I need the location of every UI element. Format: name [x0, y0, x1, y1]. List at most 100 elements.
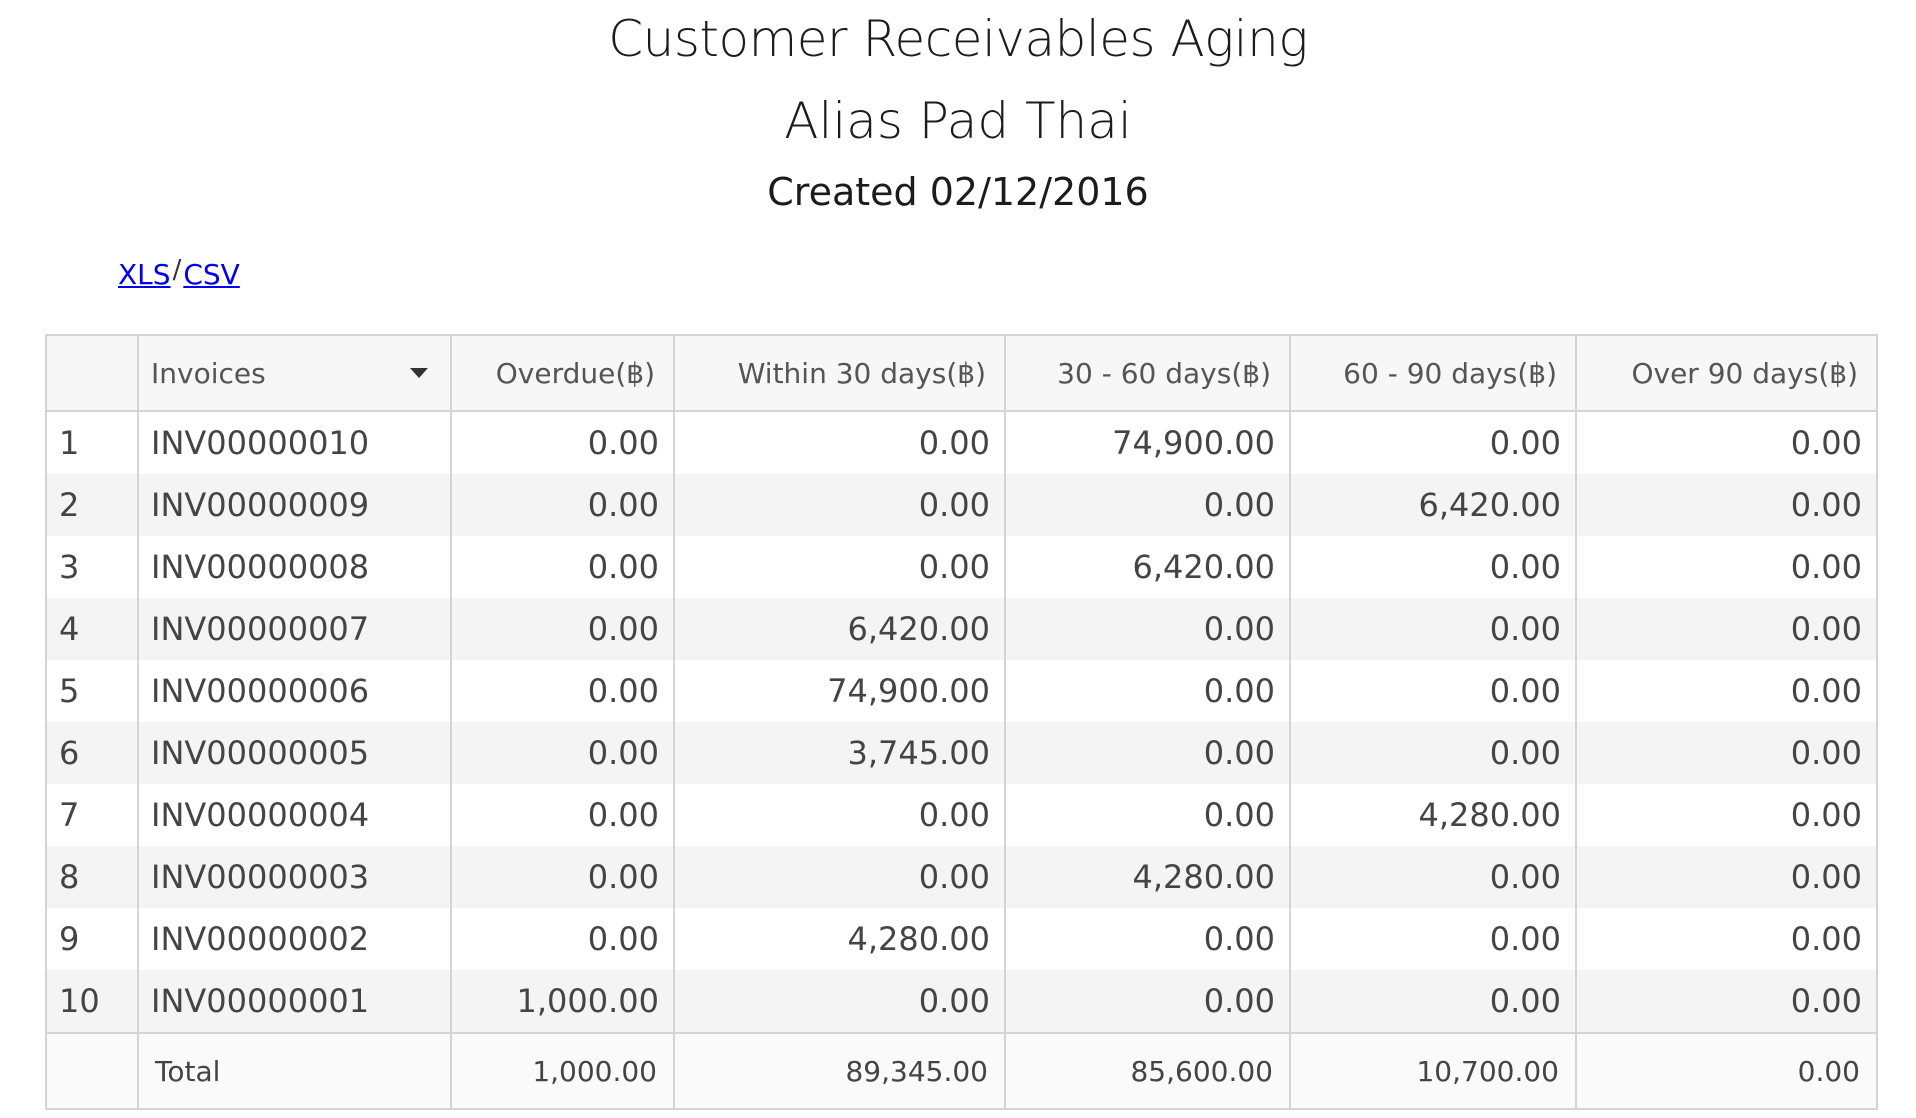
row-number: 5	[45, 660, 139, 722]
invoice-id: INV00000010	[137, 411, 452, 474]
30-60-amount: 0.00	[1004, 474, 1291, 536]
header-overdue: Overdue(฿)	[450, 335, 675, 412]
over-90-amount: 0.00	[1575, 970, 1878, 1033]
30-60-amount: 74,900.00	[1004, 411, 1291, 474]
table-row: 2 INV00000009 0.00 0.00 0.00 6,420.00 0.00	[45, 474, 1878, 536]
within-30-amount: 6,420.00	[673, 598, 1006, 660]
header-60-90: 60 - 90 days(฿)	[1289, 335, 1577, 412]
row-number: 1	[45, 411, 139, 474]
row-number: 9	[45, 908, 139, 970]
aging-table: Invoices Overdue(฿) Within 30 days(฿) 30…	[45, 334, 1878, 1110]
table-row: 10 INV00000001 1,000.00 0.00 0.00 0.00 0.00	[45, 970, 1878, 1033]
invoice-id: INV00000008	[137, 536, 452, 598]
table-row: 3 INV00000008 0.00 0.00 6,420.00 0.00 0.00	[45, 536, 1878, 598]
total-row: Total 1,000.00 89,345.00 85,600.00 10,70…	[45, 1032, 1878, 1109]
total-within-30: 89,345.00	[673, 1032, 1006, 1109]
30-60-amount: 6,420.00	[1004, 536, 1291, 598]
sort-dropdown-icon[interactable]	[410, 368, 428, 378]
table-row: 6 INV00000005 0.00 3,745.00 0.00 0.00 0.00	[45, 722, 1878, 784]
company-name: Alias Pad Thai	[784, 92, 1132, 150]
header-over-90: Over 90 days(฿)	[1575, 335, 1878, 412]
over-90-amount: 0.00	[1575, 846, 1878, 908]
header-invoices[interactable]: Invoices	[137, 335, 452, 412]
60-90-amount: 0.00	[1289, 536, 1577, 598]
row-number: 3	[45, 536, 139, 598]
overdue-amount: 0.00	[450, 598, 675, 660]
30-60-amount: 0.00	[1004, 722, 1291, 784]
60-90-amount: 0.00	[1289, 846, 1577, 908]
60-90-amount: 0.00	[1289, 598, 1577, 660]
export-csv-link[interactable]: CSV	[183, 258, 239, 291]
overdue-amount: 0.00	[450, 722, 675, 784]
report-title: Customer Receivables Aging	[608, 10, 1308, 68]
invoice-id: INV00000009	[137, 474, 452, 536]
over-90-amount: 0.00	[1575, 474, 1878, 536]
table-row: 4 INV00000007 0.00 6,420.00 0.00 0.00 0.00	[45, 598, 1878, 660]
header-30-60: 30 - 60 days(฿)	[1004, 335, 1291, 412]
within-30-amount: 0.00	[673, 784, 1006, 846]
overdue-amount: 0.00	[450, 411, 675, 474]
table-row: 8 INV00000003 0.00 0.00 4,280.00 0.00 0.00	[45, 846, 1878, 908]
overdue-amount: 0.00	[450, 536, 675, 598]
header-invoices-label: Invoices	[151, 356, 266, 390]
30-60-amount: 0.00	[1004, 908, 1291, 970]
row-number: 6	[45, 722, 139, 784]
row-number: 10	[45, 970, 139, 1033]
overdue-amount: 0.00	[450, 908, 675, 970]
row-number: 2	[45, 474, 139, 536]
header-number	[45, 335, 139, 412]
within-30-amount: 0.00	[673, 411, 1006, 474]
invoice-id: INV00000003	[137, 846, 452, 908]
over-90-amount: 0.00	[1575, 536, 1878, 598]
created-date: Created 02/12/2016	[767, 170, 1149, 214]
60-90-amount: 0.00	[1289, 970, 1577, 1033]
over-90-amount: 0.00	[1575, 908, 1878, 970]
within-30-amount: 0.00	[673, 474, 1006, 536]
30-60-amount: 0.00	[1004, 660, 1291, 722]
header-row: Invoices Overdue(฿) Within 30 days(฿) 30…	[45, 335, 1878, 412]
overdue-amount: 0.00	[450, 474, 675, 536]
60-90-amount: 0.00	[1289, 411, 1577, 474]
table-row: 9 INV00000002 0.00 4,280.00 0.00 0.00 0.00	[45, 908, 1878, 970]
within-30-amount: 74,900.00	[673, 660, 1006, 722]
total-60-90: 10,700.00	[1289, 1032, 1577, 1109]
30-60-amount: 4,280.00	[1004, 846, 1291, 908]
total-over-90: 0.00	[1575, 1032, 1878, 1109]
invoice-id: INV00000005	[137, 722, 452, 784]
within-30-amount: 0.00	[673, 536, 1006, 598]
export-xls-link[interactable]: XLS	[118, 258, 171, 291]
header-within-30: Within 30 days(฿)	[673, 335, 1006, 412]
60-90-amount: 0.00	[1289, 908, 1577, 970]
invoice-id: INV00000007	[137, 598, 452, 660]
overdue-amount: 0.00	[450, 660, 675, 722]
60-90-amount: 0.00	[1289, 722, 1577, 784]
table-row: 5 INV00000006 0.00 74,900.00 0.00 0.00 0.00	[45, 660, 1878, 722]
invoice-id: INV00000006	[137, 660, 452, 722]
invoice-id: INV00000002	[137, 908, 452, 970]
overdue-amount: 0.00	[450, 784, 675, 846]
export-links: XLS/CSV	[118, 255, 240, 291]
row-number: 4	[45, 598, 139, 660]
overdue-amount: 1,000.00	[450, 970, 675, 1033]
60-90-amount: 4,280.00	[1289, 784, 1577, 846]
60-90-amount: 0.00	[1289, 660, 1577, 722]
row-number: 7	[45, 784, 139, 846]
total-30-60: 85,600.00	[1004, 1032, 1291, 1109]
overdue-amount: 0.00	[450, 846, 675, 908]
60-90-amount: 6,420.00	[1289, 474, 1577, 536]
30-60-amount: 0.00	[1004, 970, 1291, 1033]
within-30-amount: 4,280.00	[673, 908, 1006, 970]
invoice-id: INV00000004	[137, 784, 452, 846]
over-90-amount: 0.00	[1575, 660, 1878, 722]
within-30-amount: 0.00	[673, 970, 1006, 1033]
30-60-amount: 0.00	[1004, 784, 1291, 846]
total-number-cell	[45, 1032, 139, 1109]
within-30-amount: 3,745.00	[673, 722, 1006, 784]
invoice-id: INV00000001	[137, 970, 452, 1033]
over-90-amount: 0.00	[1575, 598, 1878, 660]
over-90-amount: 0.00	[1575, 784, 1878, 846]
30-60-amount: 0.00	[1004, 598, 1291, 660]
total-label: Total	[137, 1032, 452, 1109]
over-90-amount: 0.00	[1575, 411, 1878, 474]
row-number: 8	[45, 846, 139, 908]
